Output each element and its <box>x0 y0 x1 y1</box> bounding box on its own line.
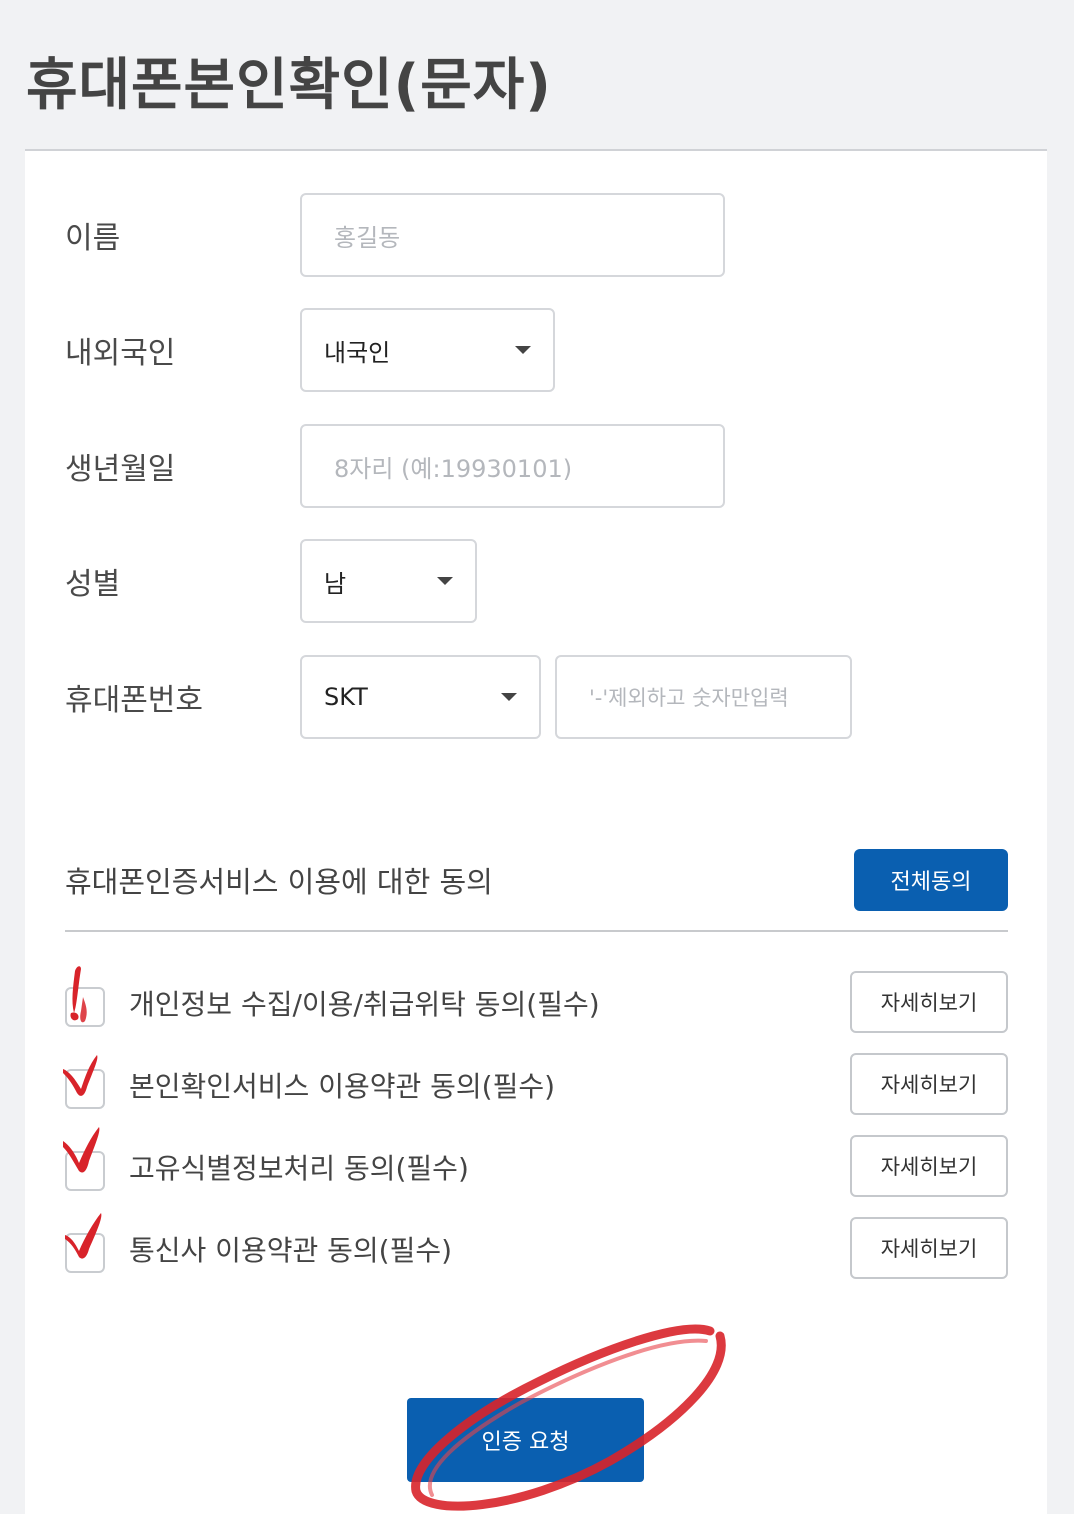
name-input[interactable]: 홍길동 <box>300 193 725 277</box>
term-checkbox[interactable] <box>65 1151 105 1191</box>
birth-label: 생년월일 <box>65 452 176 487</box>
term-label: 통신사 이용약관 동의(필수) <box>129 1234 453 1267</box>
term-row: 개인정보 수집/이용/취급위탁 동의(필수) 자세히보기 <box>65 966 1008 1033</box>
term-label: 개인정보 수집/이용/취급위탁 동의(필수) <box>129 988 600 1021</box>
term-checkbox[interactable] <box>65 1233 105 1273</box>
page-title: 휴대폰본인확인(문자) <box>26 53 552 118</box>
birth-input[interactable]: 8자리 (예:19930101) <box>300 424 725 508</box>
nationality-value: 내국인 <box>324 338 391 367</box>
nationality-select[interactable]: 내국인 <box>300 308 555 392</box>
detail-button[interactable]: 자세히보기 <box>850 1217 1008 1279</box>
carrier-select[interactable]: SKT <box>300 655 541 739</box>
request-verification-button[interactable]: 인증 요청 <box>407 1398 644 1482</box>
chevron-down-icon <box>501 693 517 701</box>
gender-value: 남 <box>324 569 347 598</box>
gender-label: 성별 <box>65 567 121 602</box>
detail-button[interactable]: 자세히보기 <box>850 1135 1008 1197</box>
name-label: 이름 <box>65 221 121 256</box>
term-row: 통신사 이용약관 동의(필수) 자세히보기 <box>65 1213 1008 1279</box>
term-checkbox[interactable] <box>65 987 105 1027</box>
nationality-label: 내외국인 <box>65 336 176 371</box>
verification-form: 이름 홍길동 내외국인 내국인 생년월일 8자리 (예:19930101) 성별… <box>25 149 1047 1514</box>
carrier-value: SKT <box>324 683 368 711</box>
phone-number-input[interactable]: '-'제외하고 숫자만입력 <box>555 655 852 739</box>
divider <box>65 930 1008 932</box>
agreement-title: 휴대폰인증서비스 이용에 대한 동의 <box>65 865 493 899</box>
agree-all-button[interactable]: 전체동의 <box>854 849 1008 911</box>
term-label: 고유식별정보처리 동의(필수) <box>129 1152 469 1185</box>
phone-label: 휴대폰번호 <box>65 683 203 718</box>
term-row: 본인확인서비스 이용약관 동의(필수) 자세히보기 <box>63 1053 1008 1115</box>
term-label: 본인확인서비스 이용약관 동의(필수) <box>129 1070 556 1103</box>
term-checkbox[interactable] <box>65 1069 105 1109</box>
gender-select[interactable]: 남 <box>300 539 477 623</box>
detail-button[interactable]: 자세히보기 <box>850 1053 1008 1115</box>
detail-button[interactable]: 자세히보기 <box>850 971 1008 1033</box>
chevron-down-icon <box>515 346 531 354</box>
term-row: 고유식별정보처리 동의(필수) 자세히보기 <box>63 1127 1008 1197</box>
chevron-down-icon <box>437 577 453 585</box>
